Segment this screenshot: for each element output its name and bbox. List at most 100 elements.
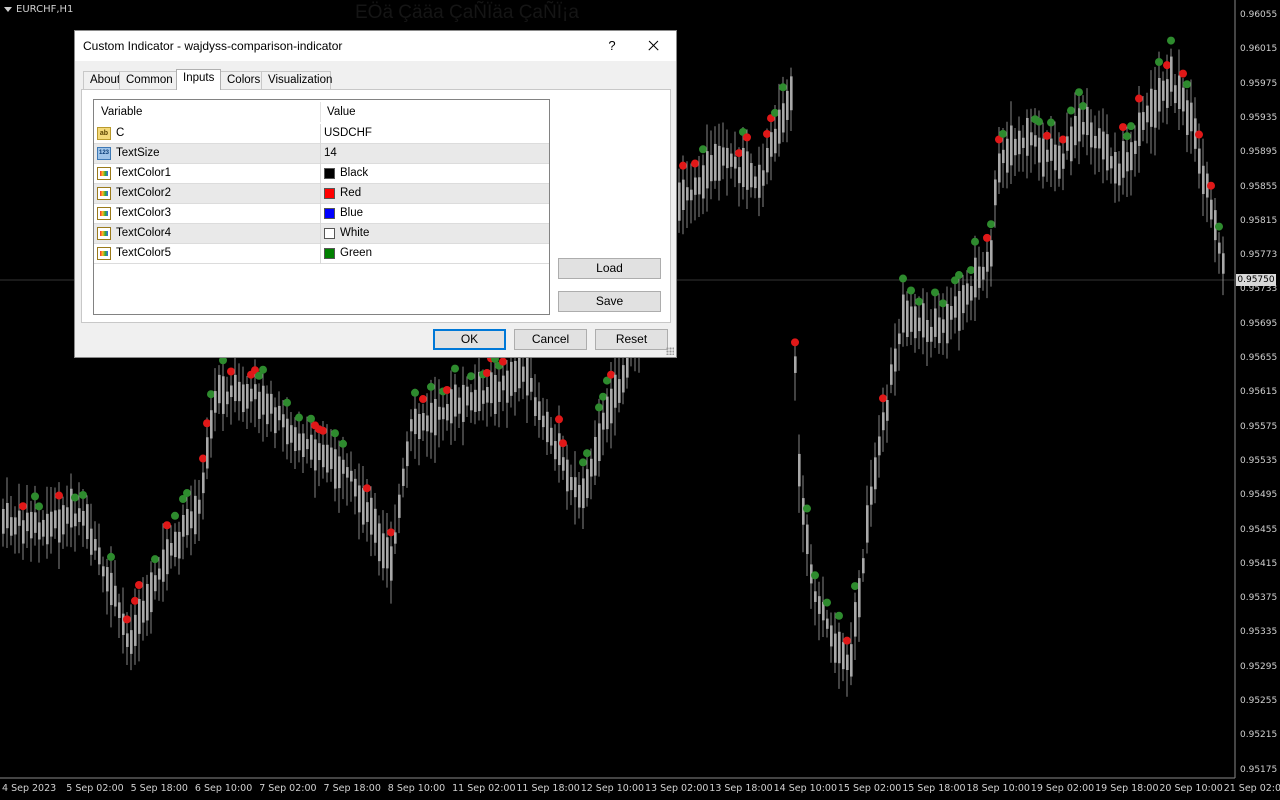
candle-body (706, 151, 709, 189)
variable-value[interactable]: Red (340, 187, 361, 199)
candle-body (1090, 122, 1093, 148)
tab-about[interactable]: About (83, 71, 120, 89)
up-marker-icon (823, 598, 831, 607)
up-marker-icon (907, 286, 915, 295)
candle-body (130, 630, 133, 654)
variable-name: TextColor1 (116, 167, 171, 179)
candle-body (678, 182, 681, 221)
candle-body (1134, 140, 1137, 154)
inputs-grid[interactable]: Variable Value ab C USDCHF 123 TextSize … (93, 99, 550, 315)
up-marker-icon (967, 266, 975, 275)
variable-value[interactable]: 14 (324, 147, 337, 159)
up-marker-icon (771, 108, 779, 117)
candle-body (26, 512, 29, 532)
up-marker-icon (939, 299, 947, 308)
down-marker-icon (1059, 135, 1067, 144)
ok-button[interactable]: OK (433, 329, 506, 350)
variable-value[interactable]: Green (340, 247, 372, 259)
candle-body (10, 517, 13, 536)
candle-body (898, 333, 901, 345)
candle-body (310, 434, 313, 460)
load-button[interactable]: Load (558, 258, 661, 279)
price-axis-label: 0.95815 (1240, 215, 1278, 226)
tab-common[interactable]: Common (119, 71, 177, 89)
variable-value[interactable]: USDCHF (324, 127, 372, 139)
candle-body (950, 306, 953, 320)
candle-body (1034, 135, 1037, 147)
candle-body (442, 407, 445, 420)
candle-body (502, 375, 505, 391)
candle-body (738, 167, 741, 184)
down-marker-icon (55, 491, 63, 500)
candle-body (62, 505, 65, 535)
candle-body (782, 103, 785, 133)
candle-body (362, 488, 365, 525)
tab-visualization[interactable]: Visualization (261, 71, 332, 89)
input-row-textsize[interactable]: 123 TextSize 14 (94, 144, 549, 164)
down-marker-icon (843, 636, 851, 645)
candle-body (434, 399, 437, 436)
candle-body (554, 441, 557, 460)
input-row-textcolor5[interactable]: TextColor5 Green (94, 244, 549, 264)
variable-value[interactable]: Blue (340, 207, 363, 219)
input-row-textcolor3[interactable]: TextColor3 Blue (94, 204, 549, 224)
candle-body (570, 477, 573, 491)
candle-body (722, 147, 725, 166)
column-header-value[interactable]: Value (327, 106, 356, 118)
candle-body (694, 177, 697, 195)
candle-body (90, 528, 93, 555)
candle-body (910, 306, 913, 332)
price-axis-label: 0.95535 (1240, 455, 1278, 466)
cancel-button[interactable]: Cancel (514, 329, 587, 350)
up-marker-icon (183, 489, 191, 498)
save-button[interactable]: Save (558, 291, 661, 312)
candle-body (246, 384, 249, 409)
up-marker-icon (467, 372, 475, 381)
down-marker-icon (763, 129, 771, 138)
candle-body (150, 572, 153, 613)
down-marker-icon (123, 615, 131, 624)
color-swatch[interactable] (324, 188, 335, 199)
candle-body (146, 583, 149, 621)
column-divider[interactable] (320, 102, 321, 122)
color-swatch[interactable] (324, 228, 335, 239)
price-axis-label: 0.95655 (1240, 353, 1278, 363)
candle-body (974, 257, 977, 298)
color-swatch[interactable] (324, 248, 335, 259)
candle-body (222, 376, 225, 414)
up-marker-icon (1075, 88, 1083, 97)
input-row-textcolor2[interactable]: TextColor2 Red (94, 184, 549, 204)
chart-symbol-label[interactable]: EURCHF,H1 (4, 4, 73, 15)
candle-body (594, 436, 597, 476)
candle-body (770, 132, 773, 157)
candle-body (1010, 125, 1013, 166)
123-icon: 123 (97, 147, 111, 160)
reset-button[interactable]: Reset (595, 329, 668, 350)
close-button[interactable] (642, 35, 664, 57)
input-row-c[interactable]: ab C USDCHF (94, 124, 549, 144)
up-marker-icon (955, 271, 963, 280)
color-swatch[interactable] (324, 208, 335, 219)
tab-colors[interactable]: Colors (220, 71, 262, 89)
input-row-textcolor1[interactable]: TextColor1 Black (94, 164, 549, 184)
candle-body (1098, 128, 1101, 149)
candle-body (1006, 138, 1009, 173)
resize-grip-icon[interactable] (666, 347, 674, 355)
candle-body (506, 370, 509, 403)
color-swatch[interactable] (324, 168, 335, 179)
candle-body (546, 411, 549, 443)
candle-body (1102, 131, 1105, 160)
tab-inputs[interactable]: Inputs (176, 69, 221, 90)
variable-value[interactable]: Black (340, 167, 368, 179)
candle-body (966, 283, 969, 305)
down-marker-icon (1179, 69, 1187, 78)
up-marker-icon (35, 502, 43, 511)
color-icon (97, 247, 111, 260)
candle-body (198, 499, 201, 514)
dialog-titlebar[interactable]: Custom Indicator - wajdyss-comparison-in… (75, 31, 676, 61)
input-row-textcolor4[interactable]: TextColor4 White (94, 224, 549, 244)
candle-body (826, 618, 829, 629)
help-button[interactable]: ? (601, 35, 623, 57)
column-header-variable[interactable]: Variable (101, 106, 142, 118)
variable-value[interactable]: White (340, 227, 369, 239)
